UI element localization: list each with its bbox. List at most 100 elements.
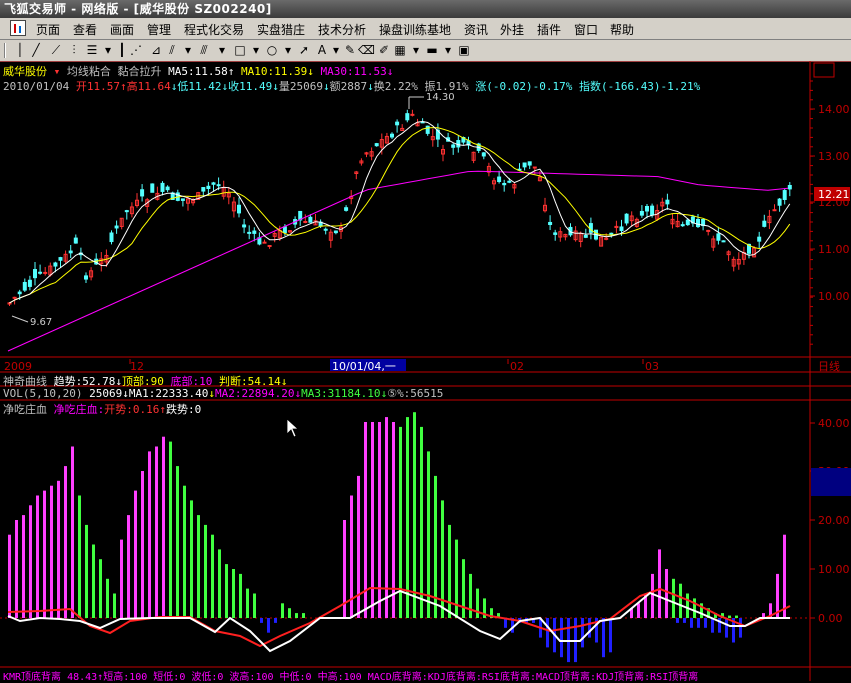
- gann-tool-icon[interactable]: ⊿: [148, 42, 164, 58]
- candle-body: [114, 225, 119, 229]
- quote-change: 涨(-0.02)-0.17%: [475, 80, 573, 93]
- menu-hunt[interactable]: 实盘猎庄: [257, 21, 305, 38]
- candle-body: [374, 143, 379, 147]
- candle-body: [150, 183, 155, 193]
- candle-body: [267, 245, 272, 248]
- trough-label: 9.67: [30, 317, 52, 328]
- candle-body: [262, 241, 267, 244]
- candle-body: [216, 184, 221, 187]
- price-scale-icon[interactable]: [813, 62, 835, 78]
- save-drawing-icon[interactable]: ▣: [456, 42, 472, 58]
- parallel-tool-icon[interactable]: ⫶: [66, 42, 82, 58]
- candle-body: [12, 296, 17, 299]
- sub3-tick-label: 40.00: [818, 417, 850, 430]
- candle-body: [772, 209, 777, 212]
- arrow-tool-icon[interactable]: ➚: [296, 42, 312, 58]
- candle-body: [252, 230, 257, 234]
- cursor-tool-icon[interactable]: │: [12, 42, 28, 58]
- quote-index: 指数(-166.43)-1.21%: [578, 80, 701, 93]
- sub3-bar: [427, 451, 430, 618]
- sub3-title[interactable]: 净吃庄血: [3, 403, 47, 416]
- sub3-bar: [15, 520, 18, 618]
- quote-open: 开11.57: [75, 80, 120, 93]
- menu-program-trading[interactable]: 程式化交易: [184, 21, 244, 38]
- candlesticks: [7, 109, 792, 306]
- menu-plugins[interactable]: 插件: [537, 21, 561, 38]
- menu-info[interactable]: 资讯: [464, 21, 488, 38]
- eraser-icon[interactable]: ⌫: [358, 42, 375, 58]
- fan-tool-icon[interactable]: ⋰: [128, 42, 144, 58]
- candle-body: [645, 206, 649, 212]
- sub3-bar: [71, 446, 74, 618]
- sub3-bar: [183, 485, 186, 618]
- dropdown-7-icon[interactable]: ▾: [408, 42, 424, 58]
- chart-canvas[interactable]: 14.0013.0012.0011.0010.00 40.0030.0020.0…: [0, 61, 851, 681]
- sub3-bar: [148, 451, 151, 618]
- chart-area[interactable]: 14.0013.0012.0011.0010.00 40.0030.0020.0…: [0, 61, 851, 683]
- menu-manage[interactable]: 管理: [147, 21, 171, 38]
- stock-name[interactable]: 威华股份: [3, 65, 47, 78]
- ray-tool-icon[interactable]: ⟋: [48, 42, 64, 58]
- dropdown-3-icon[interactable]: ▾: [214, 42, 230, 58]
- dropdown-5-icon[interactable]: ▾: [280, 42, 296, 58]
- candle-body: [787, 184, 792, 190]
- fib-tool-icon[interactable]: ⫻: [196, 42, 212, 58]
- sub3-bar: [134, 490, 137, 618]
- sub3-bar: [176, 466, 179, 618]
- menu-plugin-ext[interactable]: 外挂: [500, 21, 524, 38]
- candle-body: [553, 232, 558, 235]
- period-label[interactable]: 日线: [818, 359, 840, 373]
- sub3-bar: [267, 618, 270, 633]
- sub3-bar: [274, 618, 277, 623]
- sub3-bar: [364, 422, 367, 618]
- trough-marker-line: [11, 315, 29, 323]
- sub2-extra: %:56515: [397, 387, 444, 400]
- candle-body: [17, 291, 22, 295]
- sub3-tick-label: 10.00: [818, 563, 850, 576]
- menu-help[interactable]: 帮助: [610, 21, 634, 38]
- dropdown-8-icon[interactable]: ▾: [440, 42, 456, 58]
- channel-tool-icon[interactable]: ⫽: [164, 42, 180, 58]
- sub3-bar: [728, 615, 731, 618]
- menu-screen[interactable]: 画面: [110, 21, 134, 38]
- candle-body: [390, 133, 394, 138]
- menu-tech-analysis[interactable]: 技术分析: [318, 21, 366, 38]
- sub3-bar: [288, 608, 291, 618]
- app-icon[interactable]: [10, 20, 26, 36]
- line-tool-icon[interactable]: ╱: [28, 42, 44, 58]
- sub3-name: 净吃庄血:: [53, 403, 105, 416]
- sub3-bar: [92, 544, 95, 618]
- candle-body: [395, 121, 400, 126]
- indicator-title-2: 黏合拉升: [117, 65, 162, 78]
- sub3-bar: [64, 466, 67, 618]
- candle-body: [619, 226, 624, 231]
- sub3-bar: [686, 593, 689, 618]
- brush-icon[interactable]: ✐: [376, 42, 392, 58]
- sub3-bar: [8, 534, 11, 618]
- menu-training[interactable]: 操盘训练基地: [379, 21, 451, 38]
- menu-page[interactable]: 页面: [36, 21, 60, 38]
- toolbar-grip: [4, 43, 6, 58]
- dropdown-2-icon[interactable]: ▾: [180, 42, 196, 58]
- menu-view[interactable]: 查看: [73, 21, 97, 38]
- ellipse-tool-icon[interactable]: ○: [264, 42, 280, 58]
- sub3-bar: [469, 573, 472, 618]
- layer-icon[interactable]: ▬: [424, 42, 440, 58]
- sub2-title[interactable]: VOL(5,10,20): [3, 387, 82, 400]
- sub3-bar: [658, 549, 661, 618]
- candle-body: [609, 232, 614, 235]
- drawing-toolbar: │ ╱ ⟋ ⫶ ☰ ▾ ┃ ⋰ ⊿ ⫽ ▾ ⫻ ▾ □ ▾ ○ ▾ ➚ A ▾ …: [0, 40, 851, 62]
- menu-window[interactable]: 窗口: [574, 21, 598, 38]
- rect-tool-icon[interactable]: □: [232, 42, 248, 58]
- color-palette-icon[interactable]: ▦: [392, 42, 408, 58]
- sub3-fall-trend: 跌势:0: [166, 403, 202, 416]
- dropdown-4-icon[interactable]: ▾: [248, 42, 264, 58]
- sub3-bar: [637, 603, 640, 618]
- candle-body: [73, 237, 78, 244]
- candle-body: [696, 218, 700, 228]
- candle-body: [762, 220, 767, 227]
- sub3-bar: [546, 618, 549, 648]
- pencil-icon[interactable]: ✎: [342, 42, 358, 58]
- candle-body: [58, 257, 63, 261]
- hline-tool-icon[interactable]: ☰: [84, 42, 100, 58]
